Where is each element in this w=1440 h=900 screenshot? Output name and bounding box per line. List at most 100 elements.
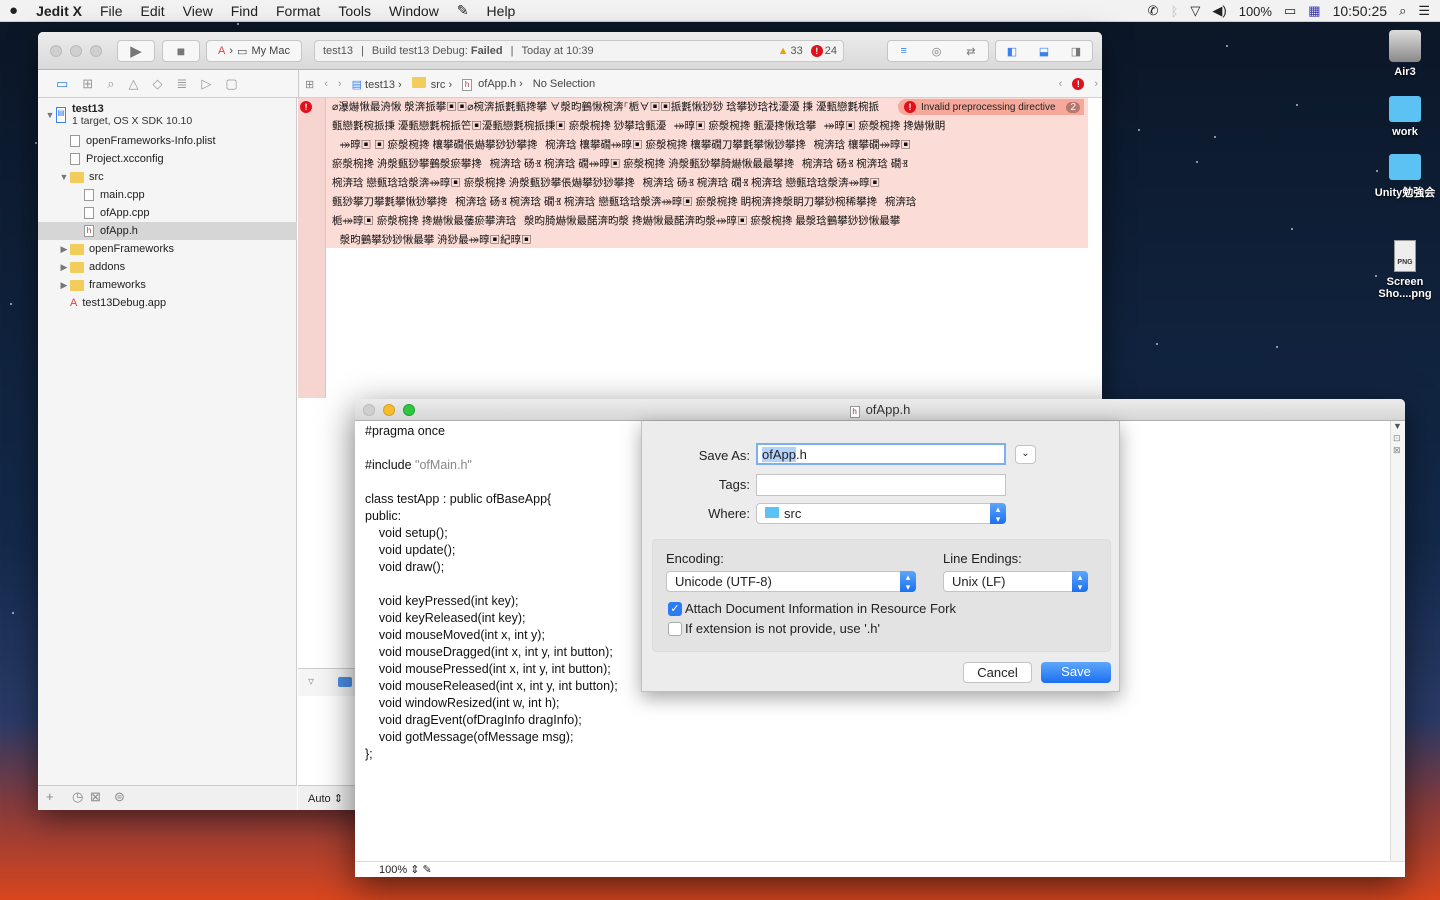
phone-icon[interactable]: ✆	[1148, 3, 1159, 19]
hide-debug-icon[interactable]: ▿	[308, 674, 314, 688]
run-button[interactable]: ▶	[117, 40, 155, 62]
close-button[interactable]	[50, 45, 62, 57]
warning-count[interactable]: 33	[791, 45, 803, 57]
default-extension-checkbox[interactable]	[668, 622, 682, 636]
attach-resource-fork-checkbox[interactable]: ✓	[668, 602, 682, 616]
spotlight-icon[interactable]: ⌕	[1399, 3, 1406, 19]
warning-icon[interactable]: ▲	[778, 45, 789, 57]
desktop-icon-drive[interactable]: Air3	[1370, 30, 1440, 78]
project-navigator-icon[interactable]: ▭	[56, 76, 68, 92]
stop-button[interactable]: ■	[162, 40, 200, 62]
breadcrumb-project[interactable]: ▤ test13 ›	[352, 78, 402, 91]
related-items-icon[interactable]: ⊞	[305, 78, 314, 91]
scheme-selector[interactable]: A › ▭ My Mac	[206, 40, 302, 62]
tags-input[interactable]	[756, 474, 1006, 496]
zoom-button[interactable]	[90, 45, 102, 57]
back-icon[interactable]: ‹	[324, 78, 328, 90]
cancel-button[interactable]: Cancel	[963, 662, 1032, 683]
utilities-toggle-icon[interactable]: ◨	[1071, 45, 1081, 58]
menu-help[interactable]: Help	[478, 3, 525, 19]
version-editor-icon[interactable]: ⇄	[966, 45, 975, 58]
assistant-editor-icon[interactable]: ◎	[932, 45, 942, 58]
tree-item[interactable]: ▶ openFrameworks	[38, 240, 297, 258]
previous-issue-icon[interactable]: ‹	[1059, 78, 1063, 90]
scm-filter-icon[interactable]: ⊠	[90, 789, 101, 805]
script-menu-icon[interactable]: ✎	[448, 2, 478, 19]
filter-icon[interactable]: ⊜	[114, 789, 125, 805]
disclosure-triangle-icon[interactable]: ▶	[58, 280, 70, 291]
close-split-icon[interactable]: ⊠	[1393, 445, 1401, 456]
variables-mode-select[interactable]: Auto ⇕	[308, 792, 343, 805]
find-navigator-icon[interactable]: ⌕	[107, 76, 114, 92]
minimize-button[interactable]	[70, 45, 82, 57]
line-endings-select[interactable]: Unix (LF) ▴ ▾	[943, 571, 1088, 592]
expand-dialog-button[interactable]: ⌄	[1015, 445, 1036, 464]
error-count[interactable]: 24	[825, 45, 837, 57]
breadcrumb-selection[interactable]: No Selection	[533, 78, 595, 90]
breakpoint-navigator-icon[interactable]: ▷	[201, 76, 211, 92]
symbol-navigator-icon[interactable]: ⊞	[82, 76, 93, 92]
disclosure-triangle-icon[interactable]: ▼	[44, 110, 56, 120]
tree-item[interactable]: Project.xcconfig	[38, 150, 297, 168]
minimize-button[interactable]	[383, 404, 395, 416]
notification-center-icon[interactable]: ☰	[1418, 3, 1430, 19]
wifi-icon[interactable]: ▽	[1190, 3, 1200, 19]
tree-item[interactable]: main.cpp	[38, 186, 297, 204]
encoding-select[interactable]: Unicode (UTF-8) ▴ ▾	[666, 571, 916, 592]
desktop-icon-unity[interactable]: Unity勉強会	[1370, 150, 1440, 200]
tree-item[interactable]: ▼ src	[38, 168, 297, 186]
standard-editor-icon[interactable]: ≡	[900, 45, 906, 57]
debug-toggle-icon[interactable]: ⬓	[1039, 45, 1049, 58]
disclosure-triangle-icon[interactable]: ▼	[58, 172, 70, 182]
breadcrumb-file[interactable]: h ofApp.h ›	[462, 78, 523, 91]
volume-icon[interactable]: ◀)	[1212, 3, 1226, 19]
split-icon[interactable]: ⊡	[1393, 433, 1401, 444]
debug-navigator-icon[interactable]: ≣	[176, 76, 187, 92]
disclosure-triangle-icon[interactable]: ▶	[58, 262, 70, 273]
tree-item[interactable]: ▶ frameworks	[38, 276, 297, 294]
tree-item[interactable]: openFrameworks-Info.plist	[38, 132, 297, 150]
clock[interactable]: 10:50:25	[1333, 3, 1388, 19]
disclosure-triangle-icon[interactable]: ▶	[58, 244, 70, 255]
tree-item[interactable]: Atest13Debug.app	[38, 294, 297, 312]
tree-item[interactable]: ▼ ▤ test13 1 target, OS X SDK 10.10	[38, 100, 297, 130]
bluetooth-icon[interactable]: ᛒ	[1171, 4, 1179, 19]
zoom-button[interactable]	[403, 404, 415, 416]
menu-view[interactable]: View	[174, 3, 222, 19]
scroll-up-icon[interactable]: ▼	[1393, 421, 1402, 431]
close-button[interactable]	[363, 404, 375, 416]
text-editor[interactable]: #pragma once #include "ofMain.h" class t…	[365, 423, 618, 763]
desktop-icon-work[interactable]: work	[1370, 92, 1440, 138]
save-button[interactable]: Save	[1041, 662, 1111, 683]
desktop-icon-screenshot[interactable]: PNG Screen Sho....png	[1370, 240, 1440, 300]
test-navigator-icon[interactable]: ◇	[152, 76, 162, 92]
menu-window[interactable]: Window	[380, 3, 448, 19]
tree-item[interactable]: h ofApp.h	[38, 222, 297, 240]
apple-icon[interactable]: ●	[0, 2, 27, 19]
where-select[interactable]: src ▴ ▾	[756, 503, 1006, 524]
tree-item[interactable]: ▶ addons	[38, 258, 297, 276]
forward-icon[interactable]: ›	[338, 78, 342, 90]
vertical-scrollbar[interactable]: ▼ ⊡ ⊠	[1390, 421, 1405, 861]
save-as-input[interactable]: ofApp.h	[756, 443, 1006, 465]
breadcrumb-src[interactable]: src ›	[411, 77, 452, 91]
menu-format[interactable]: Format	[267, 3, 329, 19]
next-issue-icon[interactable]: ›	[1094, 78, 1098, 90]
navigator-toggle-icon[interactable]: ◧	[1007, 45, 1017, 58]
battery-icon[interactable]: ▭	[1284, 3, 1296, 19]
add-icon[interactable]: +	[46, 789, 54, 804]
menu-app[interactable]: Jedit X	[27, 3, 91, 19]
error-marker-icon[interactable]: !	[300, 101, 312, 113]
issue-navigator-icon[interactable]: △	[128, 76, 138, 92]
menu-tools[interactable]: Tools	[329, 3, 380, 19]
breakpoints-toggle-icon[interactable]	[338, 677, 352, 687]
error-icon[interactable]: !	[810, 45, 823, 57]
menu-edit[interactable]: Edit	[132, 3, 174, 19]
report-navigator-icon[interactable]: ▢	[225, 76, 237, 92]
zoom-select[interactable]: 100% ⇕ ✎	[379, 863, 432, 876]
recent-icon[interactable]: ◷	[72, 789, 83, 805]
tree-item[interactable]: ofApp.cpp	[38, 204, 297, 222]
menu-find[interactable]: Find	[222, 3, 267, 19]
error-annotation[interactable]: ! Invalid preprocessing directive 2	[898, 99, 1084, 115]
flag-icon[interactable]: ▦	[1308, 3, 1320, 19]
